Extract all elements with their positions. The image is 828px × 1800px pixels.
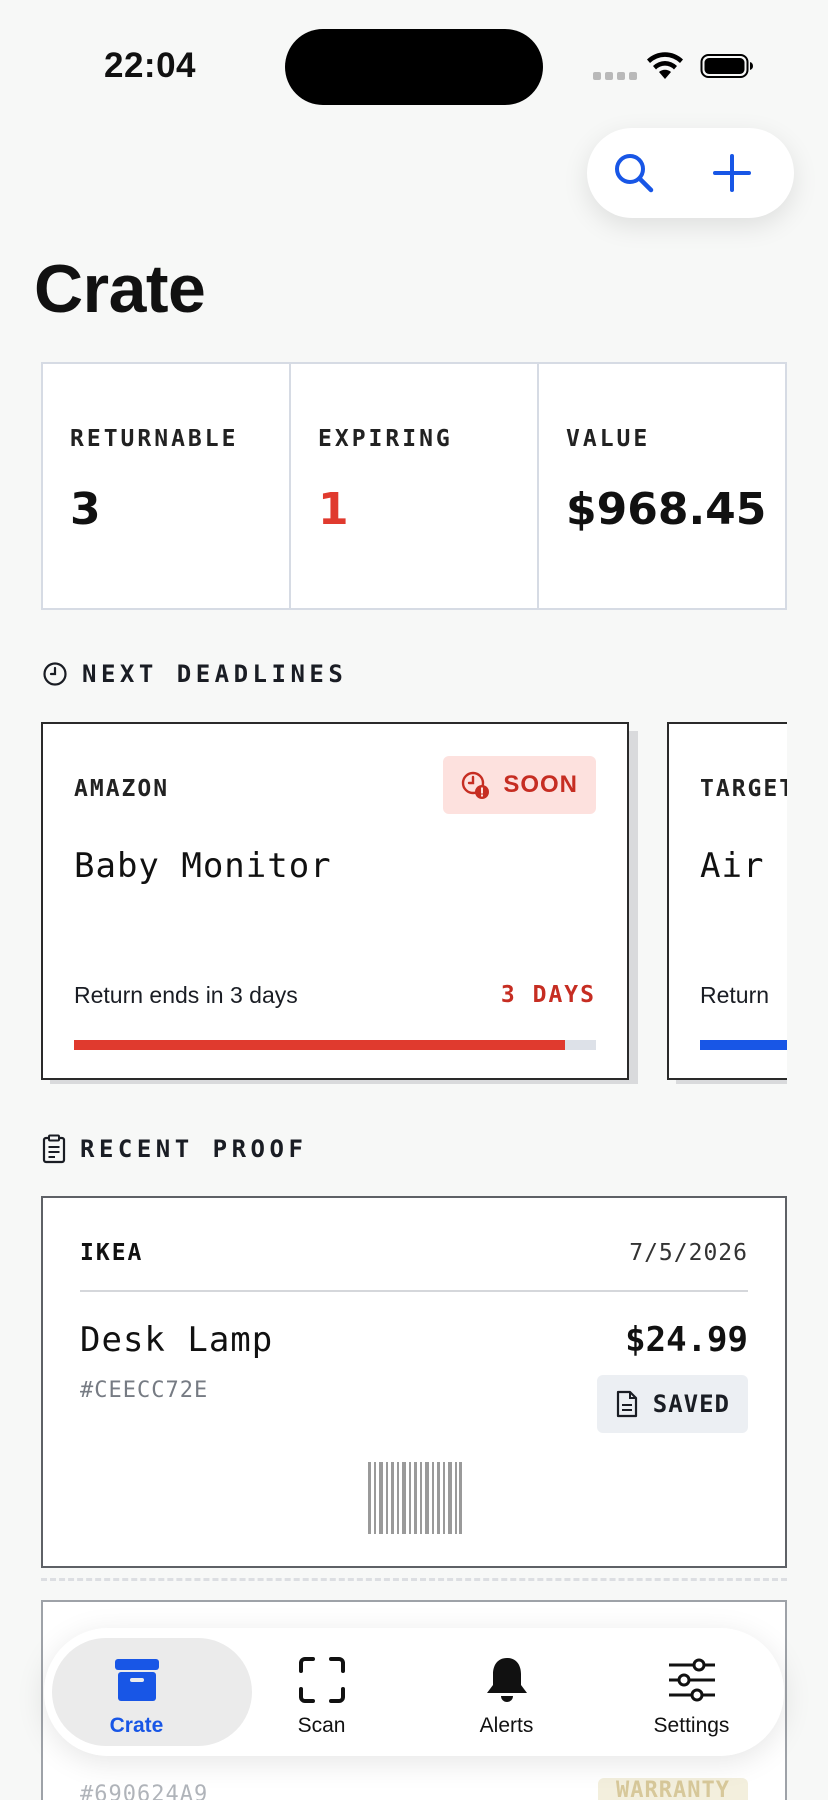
tab-bar: Crate Scan Alerts Settings xyxy=(44,1628,784,1756)
scan-frame-icon xyxy=(298,1657,345,1703)
dynamic-island xyxy=(285,29,543,105)
tab-label: Alerts xyxy=(479,1714,534,1737)
tab-scan[interactable]: Scan xyxy=(229,1628,414,1756)
deadline-item-name: Air xyxy=(700,846,765,886)
search-icon xyxy=(615,154,654,193)
tab-label: Scan xyxy=(297,1714,346,1737)
page-title: Crate xyxy=(34,251,206,327)
stat-label: RETURNABLE xyxy=(70,426,239,452)
section-title: NEXT DEADLINES xyxy=(82,660,348,688)
divider xyxy=(80,1290,748,1292)
section-title: RECENT PROOF xyxy=(80,1135,308,1163)
proof-item-name: Desk Lamp xyxy=(80,1320,274,1360)
deadline-days: 3 DAYS xyxy=(500,982,596,1008)
tab-label: Crate xyxy=(109,1714,164,1737)
archive-box-icon xyxy=(114,1659,159,1701)
tab-settings[interactable]: Settings xyxy=(599,1628,784,1756)
stat-label: VALUE xyxy=(566,426,651,452)
badge-label: SAVED xyxy=(652,1390,730,1418)
stat-returnable[interactable]: RETURNABLE 3 xyxy=(43,364,291,608)
clock-icon xyxy=(43,662,67,686)
deadlines-carousel[interactable]: AMAZON SOON Baby Monitor Return ends in … xyxy=(41,720,787,1084)
deadline-progress-track xyxy=(74,1040,596,1050)
deadline-progress-track xyxy=(700,1040,787,1050)
toolbar-actions xyxy=(587,128,794,218)
status-time: 22:04 xyxy=(104,46,197,85)
deadline-item-name: Baby Monitor xyxy=(74,846,332,886)
section-header-deadlines: NEXT DEADLINES xyxy=(42,660,347,688)
warranty-badge: WARRANTY xyxy=(598,1778,748,1800)
search-button[interactable] xyxy=(609,148,659,198)
deadline-footer: Return xyxy=(700,982,770,1008)
bell-icon xyxy=(486,1658,527,1702)
status-bar: 22:04 xyxy=(0,0,828,130)
deadline-store: AMAZON xyxy=(74,776,170,802)
stat-value: 3 xyxy=(70,484,101,535)
deadline-progress-fill xyxy=(700,1040,787,1050)
clock-alert-icon xyxy=(462,771,490,799)
badge-label: SOON xyxy=(503,771,578,798)
proof-date: 7/5/2026 xyxy=(629,1240,748,1266)
wifi-icon xyxy=(647,52,683,79)
deadline-card[interactable]: TARGET Air Return xyxy=(667,722,787,1080)
stat-expiring[interactable]: EXPIRING 1 xyxy=(291,364,539,608)
proof-id: #690624A9 xyxy=(80,1782,209,1800)
deadline-footer: Return ends in 3 days xyxy=(74,982,298,1008)
proof-price: $24.99 xyxy=(625,1320,748,1360)
proof-id: #CEECC72E xyxy=(80,1378,209,1403)
clipboard-icon xyxy=(42,1134,66,1164)
sliders-icon xyxy=(668,1658,715,1702)
tab-label: Settings xyxy=(653,1714,730,1737)
proof-card[interactable]: IKEA 7/5/2026 Desk Lamp $24.99 #CEECC72E… xyxy=(41,1196,787,1568)
deadline-store: TARGET xyxy=(700,776,787,802)
soon-badge: SOON xyxy=(443,756,596,814)
perforation-divider xyxy=(41,1578,787,1581)
barcode-icon xyxy=(368,1462,462,1534)
plus-icon xyxy=(713,154,751,192)
tab-crate[interactable]: Crate xyxy=(44,1628,252,1756)
stat-label: EXPIRING xyxy=(318,426,453,452)
section-header-proof: RECENT PROOF xyxy=(42,1134,307,1164)
stat-value-total[interactable]: VALUE $968.45 xyxy=(539,364,785,608)
deadline-progress-fill xyxy=(74,1040,565,1050)
cellular-signal-icon xyxy=(593,72,637,80)
tab-alerts[interactable]: Alerts xyxy=(414,1628,599,1756)
document-icon xyxy=(616,1390,637,1418)
battery-icon xyxy=(700,54,753,78)
add-button[interactable] xyxy=(707,148,757,198)
stat-value: $968.45 xyxy=(566,484,767,535)
deadline-card[interactable]: AMAZON SOON Baby Monitor Return ends in … xyxy=(41,722,629,1080)
saved-badge: SAVED xyxy=(596,1375,748,1433)
proof-store: IKEA xyxy=(80,1240,144,1266)
stats-grid: RETURNABLE 3 EXPIRING 1 VALUE $968.45 xyxy=(41,362,787,610)
stat-value: 1 xyxy=(318,484,349,535)
